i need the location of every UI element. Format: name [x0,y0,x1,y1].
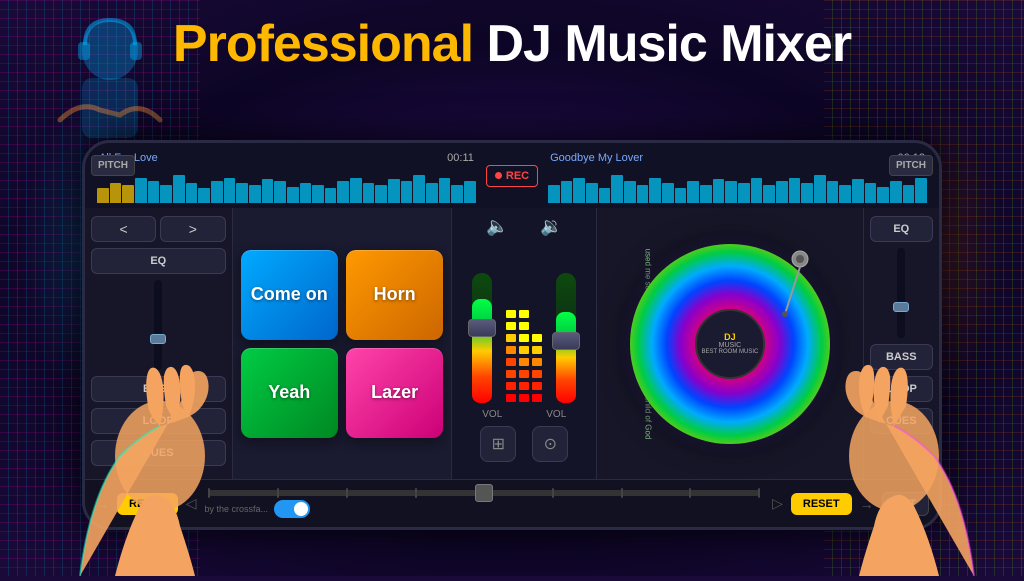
turntable-sublabel: MUSIC [719,342,742,349]
crossfade-text: by the crossfa... [204,504,268,514]
nav-arrows: < > [91,216,226,242]
waveform-left-bars [95,168,478,203]
waveform-right-bars [546,168,929,203]
crossfader-track[interactable] [208,490,760,496]
v-slider-right[interactable] [897,248,905,338]
center-buttons: ⊞ ⊙ [480,426,568,462]
grid-button[interactable]: ⊞ [480,426,516,462]
fader-center[interactable] [556,273,576,403]
device-frame: PITCH PITCH All For Love 00:11 [82,140,942,530]
pads-row-top: Come on Horn [241,250,444,340]
v-slider-right-thumb [893,302,909,312]
vol-icon-right: 🔉 [540,216,562,237]
faders-eq-row [460,243,588,403]
crossfade-label-row: by the crossfa... [204,500,764,518]
eq-visualization [506,273,542,403]
pad-come-on-label: Come on [251,284,328,305]
pads-area: Come on Horn Yeah Lazer [233,208,452,479]
cues-button-left[interactable]: CUES [91,440,226,466]
nav-right-button[interactable]: > [160,216,225,242]
rec-label: REC [506,170,529,182]
bottom-bar: → RESET ◁ [85,479,939,527]
vol-labels: VOL VOL [460,409,588,420]
turntable[interactable]: DJ MUSIC BEST ROOM MUSIC [630,244,830,444]
arrow-right-nav[interactable]: → [860,496,874,512]
eq-button-left[interactable]: EQ [91,248,226,274]
cues-button-right[interactable]: CUES [870,408,933,434]
center-mixer: 🔈 🔉 [451,208,597,479]
vol-label-right: VOL [546,409,566,420]
vol-label-left: VOL [482,409,502,420]
mixer-area: < > EQ BASS LOOP CUES Come on [85,208,939,479]
pad-come-on[interactable]: Come on [241,250,338,340]
crossfade-toggle[interactable] [274,500,310,518]
reset-button-left[interactable]: RESET [117,493,178,515]
bass-button-right[interactable]: BASS [870,344,933,370]
crossfader-area: by the crossfa... [204,490,764,518]
pad-lazer[interactable]: Lazer [346,348,443,438]
pitch-label-left: PITCH [91,155,135,176]
eq-button-right[interactable]: EQ [870,216,933,242]
waveform-header: All For Love 00:11 [85,143,939,208]
waveform-left: All For Love 00:11 [95,148,478,203]
right-controls: EQ BASS LOOP CUES [863,208,939,479]
v-slider-left[interactable] [154,280,162,370]
pads-row-bottom: Yeah Lazer [241,348,444,438]
waveform-left-time: 00:11 [447,152,474,164]
bass-button-left[interactable]: BASS [91,376,226,402]
waveform-right: Goodbye My Lover 00:13 [546,148,929,203]
fader-center-thumb [552,332,580,350]
fader-left-thumb [468,319,496,337]
pad-yeah-label: Yeah [268,382,310,403]
vol-icon-left: 🔈 [486,216,508,237]
v-slider-left-thumb [150,334,166,344]
waveform-right-label: Goodbye My Lover [550,152,643,164]
nav-left-button[interactable]: < [91,216,156,242]
title-professional: Professional [173,15,473,73]
pad-lazer-label: Lazer [371,382,418,403]
settings-button[interactable]: ⊙ [532,426,568,462]
needle-svg [765,249,815,319]
title-area: Professional DJ Music Mixer [0,18,1024,70]
pad-horn[interactable]: Horn [346,250,443,340]
rec-button[interactable]: REC [486,165,538,187]
arrow-left-nav[interactable]: → [95,496,109,512]
title-rest: DJ Music Mixer [486,15,851,73]
pad-yeah[interactable]: Yeah [241,348,338,438]
turntable-sublabel2: BEST ROOM MUSIC [701,349,758,355]
loop-button-left[interactable]: LOOP [91,408,226,434]
pad-horn-label: Horn [374,284,416,305]
turntable-label: DJ [724,332,736,343]
toggle-knob [294,502,308,516]
right-panel: used me so I could stand and sing I am a… [597,208,862,479]
crossfader-thumb[interactable] [475,484,493,502]
device-wrapper: PITCH PITCH All For Love 00:11 [82,140,942,530]
pitch-label-right: PITCH [889,155,933,176]
turntable-center: DJ MUSIC BEST ROOM MUSIC [695,309,765,379]
rec-dot [495,172,502,179]
volume-icons: 🔈 🔉 [460,216,588,237]
crossfader-arrow-left: ◁ [186,495,197,512]
fader-left[interactable] [472,273,492,403]
set-button[interactable]: SET [882,492,929,516]
left-panel: < > EQ BASS LOOP CUES [85,208,233,479]
crossfader-arrow-right: ▷ [772,495,783,512]
loop-button-right[interactable]: LOOP [870,376,933,402]
reset-button-right[interactable]: RESET [791,493,852,515]
